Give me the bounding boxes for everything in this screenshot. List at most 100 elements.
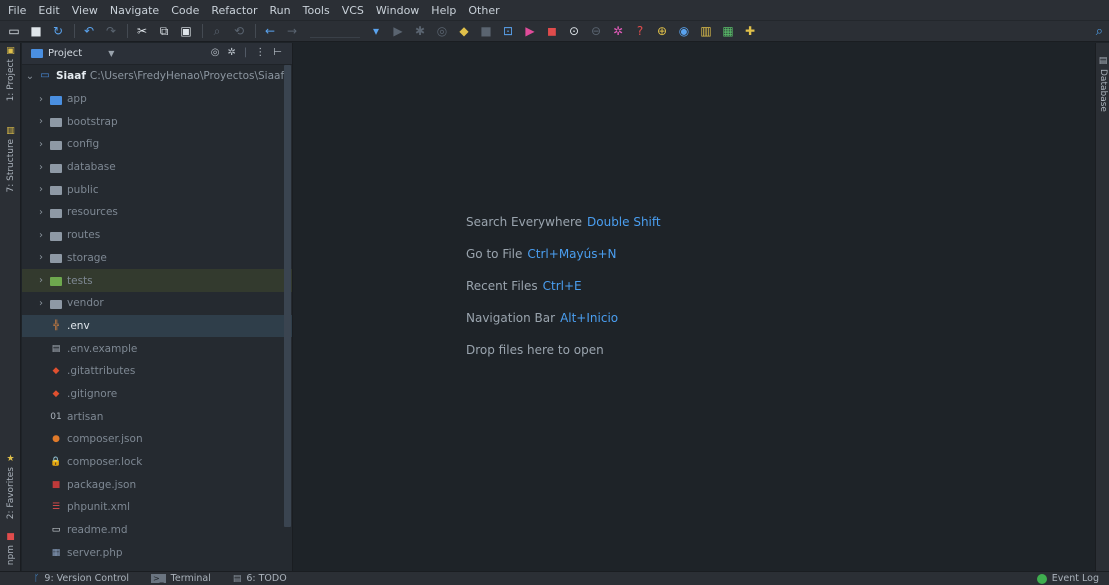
tree-folder-vendor[interactable]: › vendor: [22, 292, 292, 315]
project-tree-scrollbar[interactable]: [284, 65, 291, 527]
menu-run[interactable]: Run: [270, 4, 291, 17]
coverage-icon[interactable]: ◎: [434, 23, 450, 39]
forward-icon[interactable]: →: [284, 23, 300, 39]
tree-file-phpunit.xml[interactable]: ☰ phpunit.xml: [22, 496, 292, 519]
chevron-down-icon[interactable]: ⌄: [25, 71, 35, 82]
run-icon[interactable]: ▶: [390, 23, 406, 39]
record-icon[interactable]: ◼: [544, 23, 560, 39]
tree-file-dot-gitattributes[interactable]: ◆ .gitattributes: [22, 360, 292, 383]
tree-file-readme.md[interactable]: ▭ readme.md: [22, 519, 292, 542]
find-icon[interactable]: ⌕: [209, 23, 225, 39]
structure-icon[interactable]: ▥: [698, 23, 714, 39]
tree-folder-config[interactable]: › config: [22, 133, 292, 156]
npm-tool-tab[interactable]: ■ npm: [0, 533, 21, 566]
project-root-row[interactable]: ⌄ ▭ Siaaf C:\Users\FredyHenao\Proyectos\…: [22, 65, 292, 88]
tree-folder-app[interactable]: › app: [22, 88, 292, 111]
terminal-tab[interactable]: >_ Terminal: [150, 573, 211, 584]
favorites-tab-label: 2: Favorites: [5, 467, 16, 520]
chevron-right-icon[interactable]: ›: [36, 298, 46, 309]
paste-icon[interactable]: ▣: [178, 23, 194, 39]
chevron-right-icon[interactable]: ›: [36, 162, 46, 173]
menu-edit[interactable]: Edit: [38, 4, 59, 17]
tree-file-package.json[interactable]: ■ package.json: [22, 473, 292, 496]
editor-area[interactable]: Search Everywhere Double Shift Go to File C…: [294, 43, 1095, 571]
tree-item-label: composer.lock: [67, 456, 143, 469]
tree-file-server.php[interactable]: ▦ server.php: [22, 541, 292, 564]
replace-icon[interactable]: ⟲: [231, 23, 247, 39]
module-icon: ▭: [40, 70, 50, 82]
version-control-tab[interactable]: ᚴ 9: Version Control: [34, 573, 129, 584]
chevron-right-icon[interactable]: ›: [36, 207, 46, 218]
revert-icon[interactable]: ⊖: [588, 23, 604, 39]
menu-other[interactable]: Other: [468, 4, 499, 17]
terminal-icon[interactable]: ⊡: [500, 23, 516, 39]
stop-icon[interactable]: ■: [478, 23, 494, 39]
open-folder-icon[interactable]: ▭: [6, 23, 22, 39]
chevron-right-icon[interactable]: ›: [36, 184, 46, 195]
chevron-right-icon[interactable]: ›: [36, 230, 46, 241]
menu-code[interactable]: Code: [171, 4, 199, 17]
extension-icon[interactable]: ✚: [742, 23, 758, 39]
menu-view[interactable]: View: [72, 4, 98, 17]
run-config-dropdown-icon[interactable]: ▾: [368, 23, 384, 39]
back-icon[interactable]: ←: [262, 23, 278, 39]
db-icon[interactable]: ▦: [720, 23, 736, 39]
menu-window[interactable]: Window: [376, 4, 419, 17]
project-view-title[interactable]: Project: [48, 48, 82, 59]
history-icon[interactable]: ⊙: [566, 23, 582, 39]
menu-refactor[interactable]: Refactor: [211, 4, 257, 17]
settings-icon[interactable]: ✲: [610, 23, 626, 39]
debug-icon[interactable]: ✱: [412, 23, 428, 39]
favorites-tool-tab[interactable]: ★ 2: Favorites: [0, 455, 21, 520]
chevron-right-icon[interactable]: ›: [36, 275, 46, 286]
editor-hint: Go to File Ctrl+Mayús+N: [466, 247, 617, 261]
tree-folder-tests[interactable]: › tests: [22, 269, 292, 292]
tree-folder-routes[interactable]: › routes: [22, 224, 292, 247]
project-root-path: C:\Users\FredyHenao\Proyectos\Siaaf: [89, 70, 285, 83]
structure-tool-tab[interactable]: ▥ 7: Structure: [0, 127, 21, 193]
event-log-button[interactable]: Event Log: [1036, 573, 1099, 584]
tree-file-composer.json[interactable]: ● composer.json: [22, 428, 292, 451]
play-icon[interactable]: ▶: [522, 23, 538, 39]
tree-folder-public[interactable]: › public: [22, 178, 292, 201]
tree-folder-database[interactable]: › database: [22, 156, 292, 179]
profile-icon[interactable]: ◆: [456, 23, 472, 39]
todo-tab[interactable]: ▤ 6: TODO: [233, 573, 287, 584]
plugin-icon[interactable]: ⊕: [654, 23, 670, 39]
tree-folder-storage[interactable]: › storage: [22, 247, 292, 270]
scroll-from-source-icon[interactable]: ◎: [211, 47, 220, 58]
tree-file-artisan[interactable]: 01 artisan: [22, 405, 292, 428]
tree-file-dot-env.example[interactable]: ▤ .env.example: [22, 337, 292, 360]
chevron-right-icon[interactable]: ›: [36, 116, 46, 127]
database-tab-label: Database: [1098, 69, 1108, 112]
menu-file[interactable]: File: [8, 4, 26, 17]
project-tool-tab[interactable]: ▣ 1: Project: [0, 47, 21, 102]
database-tool-tab[interactable]: ▤ Database: [1096, 57, 1109, 112]
cut-icon[interactable]: ✂: [134, 23, 150, 39]
synchronize-icon[interactable]: ↻: [50, 23, 66, 39]
menu-tools[interactable]: Tools: [303, 4, 330, 17]
chevron-right-icon[interactable]: ›: [36, 94, 46, 105]
help-icon[interactable]: ?: [632, 23, 648, 39]
tree-folder-resources[interactable]: › resources: [22, 201, 292, 224]
chevron-right-icon[interactable]: ›: [36, 139, 46, 150]
redo-icon[interactable]: ↷: [103, 23, 119, 39]
save-all-icon[interactable]: ■: [28, 23, 44, 39]
tree-file-composer.lock[interactable]: 🔒 composer.lock: [22, 451, 292, 474]
tree-folder-bootstrap[interactable]: › bootstrap: [22, 110, 292, 133]
chevron-down-icon[interactable]: ▼: [108, 49, 114, 58]
menu-vcs[interactable]: VCS: [342, 4, 364, 17]
menu-help[interactable]: Help: [431, 4, 456, 17]
search-everywhere-icon[interactable]: ⌕: [1096, 24, 1103, 39]
hide-panel-icon[interactable]: ⊢: [273, 47, 282, 58]
chevron-right-icon[interactable]: ›: [36, 252, 46, 263]
tree-file-dot-gitignore[interactable]: ◆ .gitignore: [22, 383, 292, 406]
collapse-all-icon[interactable]: ✲: [228, 47, 236, 58]
more-options-icon[interactable]: ⋮: [255, 47, 265, 58]
inspect-icon[interactable]: ◉: [676, 23, 692, 39]
menu-navigate[interactable]: Navigate: [110, 4, 159, 17]
run-configuration-select[interactable]: [310, 24, 360, 38]
undo-icon[interactable]: ↶: [81, 23, 97, 39]
tree-file-dot-env[interactable]: ╬ .env: [22, 314, 292, 338]
copy-icon[interactable]: ⧉: [156, 23, 172, 39]
